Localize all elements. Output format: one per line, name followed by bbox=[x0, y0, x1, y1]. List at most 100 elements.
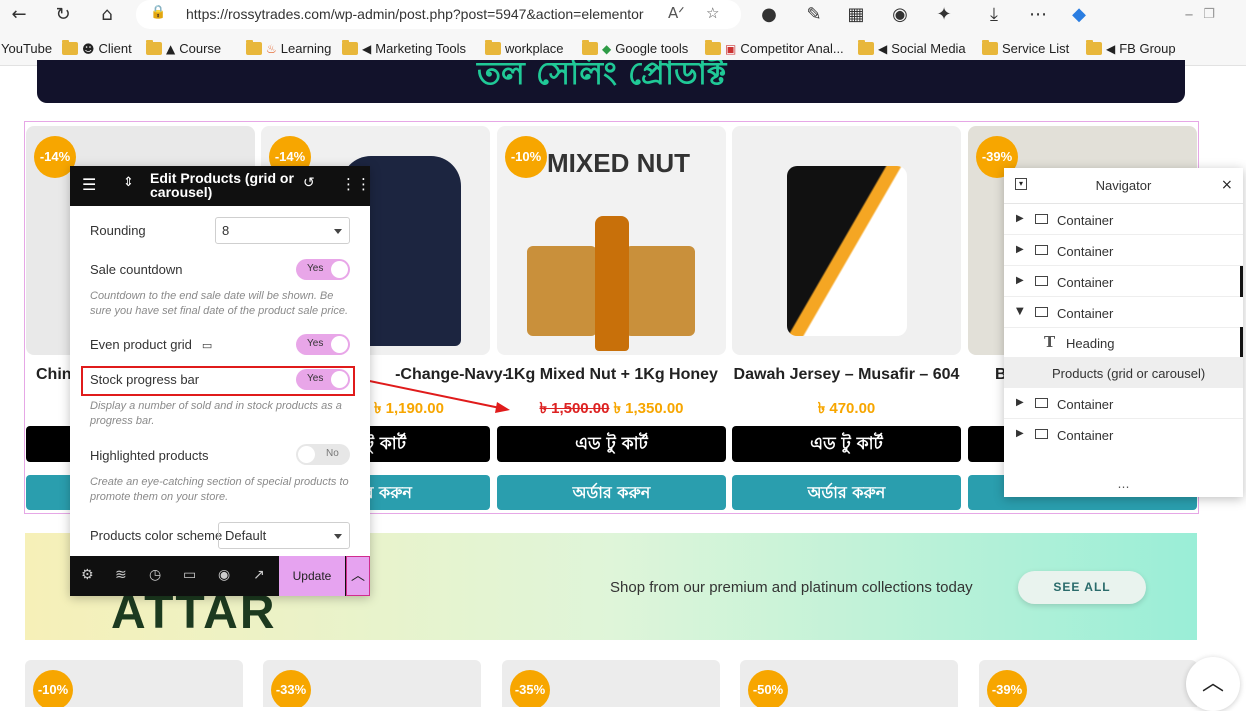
bookmark-workplace[interactable]: workplace bbox=[485, 40, 564, 57]
restore-icon[interactable]: ❐ bbox=[1196, 3, 1222, 27]
preview-eye-icon[interactable]: ◉ bbox=[218, 567, 230, 583]
navigator-item-container[interactable]: ▶ Container bbox=[1004, 204, 1243, 235]
hamburger-menu-icon[interactable]: ☰ bbox=[82, 175, 96, 194]
chevron-up-icon[interactable]: ︿ bbox=[346, 556, 370, 596]
navigator-item-container[interactable]: ▶ Container bbox=[1004, 266, 1243, 297]
favorite-star-icon[interactable]: ☆ bbox=[706, 4, 719, 22]
drag-handle-icon[interactable]: ⇕ bbox=[123, 175, 134, 190]
resize-handle-icon[interactable]: ⋯ bbox=[1004, 480, 1243, 494]
desktop-icon[interactable]: ▭ bbox=[202, 339, 212, 352]
bookmark-label: Competitor Anal... bbox=[740, 41, 844, 56]
caret-right-icon[interactable]: ▶ bbox=[1016, 397, 1024, 408]
navigator-item-container[interactable]: ▶ Container bbox=[1004, 419, 1243, 450]
caret-right-icon[interactable]: ▶ bbox=[1016, 213, 1024, 224]
stock-progress-label: Stock progress bar bbox=[90, 372, 200, 387]
product-card[interactable]: -10% bbox=[25, 660, 243, 707]
bookmark-google-tools[interactable]: ◆ Google tools bbox=[582, 40, 688, 57]
close-icon[interactable]: × bbox=[1221, 177, 1233, 193]
highlighted-products-toggle[interactable]: No bbox=[296, 444, 350, 465]
downloads-icon[interactable]: ⤓ bbox=[981, 3, 1007, 27]
scroll-to-top-button[interactable]: ︿ bbox=[1186, 657, 1240, 711]
caret-right-icon[interactable]: ▶ bbox=[1016, 244, 1024, 255]
product-price: ৳ 470.00 bbox=[817, 400, 876, 417]
bookmark-social-media[interactable]: ◀ Social Media bbox=[858, 40, 966, 57]
navigator-item-container[interactable]: ▼ Container bbox=[1004, 297, 1243, 328]
navigator-item-heading[interactable]: T Heading bbox=[1004, 327, 1243, 358]
caret-right-icon[interactable]: ▶ bbox=[1016, 275, 1024, 286]
navigator-title: Navigator bbox=[1095, 178, 1152, 193]
folder-icon bbox=[582, 40, 598, 55]
update-button[interactable]: Update bbox=[279, 556, 345, 596]
bookmark-service-list[interactable]: Service List bbox=[982, 40, 1069, 57]
eyedropper-extension-icon[interactable]: ✎ bbox=[801, 3, 827, 27]
bookmark-client[interactable]: ☻ Client bbox=[62, 40, 132, 57]
see-all-button[interactable]: SEE ALL bbox=[1018, 571, 1146, 604]
color-scheme-select[interactable]: Default bbox=[218, 522, 350, 549]
bookmark-youtube[interactable]: YouTube bbox=[1, 40, 52, 57]
home-icon[interactable]: ⌂ bbox=[94, 3, 120, 27]
navigator-item-container[interactable]: ▶ Container bbox=[1004, 235, 1243, 266]
bookmark-label: workplace bbox=[505, 41, 564, 56]
navigator-item-label: Container bbox=[1057, 428, 1114, 443]
history-icon[interactable]: ◷ bbox=[149, 567, 161, 583]
product-name[interactable]: Dawah Jersey – Musafir – 604 bbox=[732, 366, 961, 384]
settings-gear-icon[interactable]: ⚙ bbox=[81, 567, 94, 583]
product-card[interactable]: -50% bbox=[740, 660, 958, 707]
bookmark-label: Client bbox=[98, 41, 132, 56]
read-aloud-icon[interactable]: Aᐟ bbox=[668, 4, 685, 22]
order-button[interactable]: অর্ডার করুন bbox=[732, 475, 961, 510]
folder-icon bbox=[1086, 40, 1102, 55]
rounding-select[interactable]: 8 bbox=[215, 217, 350, 244]
product-card[interactable]: -33% bbox=[263, 660, 481, 707]
stock-progress-toggle[interactable]: Yes bbox=[296, 369, 350, 390]
promo-text: Shop from our premium and platinum colle… bbox=[610, 579, 973, 596]
even-grid-toggle[interactable]: Yes bbox=[296, 334, 350, 355]
layers-icon[interactable]: ≋ bbox=[115, 567, 127, 583]
bookmark-label: FB Group bbox=[1119, 41, 1176, 56]
product-card[interactable]: -39% bbox=[979, 660, 1197, 707]
more-menu-icon[interactable]: ⋯ bbox=[1025, 3, 1051, 27]
discount-badge: -50% bbox=[748, 670, 788, 707]
back-icon[interactable]: ← bbox=[6, 3, 32, 27]
navigator-item-label: Container bbox=[1057, 397, 1114, 412]
url-text[interactable]: https://rossytrades.com/wp-admin/post.ph… bbox=[186, 6, 644, 22]
site-info-icon[interactable]: 🔒 bbox=[150, 5, 166, 20]
bookmark-competitor-analysis[interactable]: ▣ Competitor Anal... bbox=[705, 40, 844, 57]
mouse-extension-icon[interactable]: ◉ bbox=[887, 3, 913, 27]
navigator-item-container[interactable]: ▶ Container bbox=[1004, 388, 1243, 419]
caret-right-icon[interactable]: ▶ bbox=[1016, 428, 1024, 439]
responsive-mode-icon[interactable]: ▭ bbox=[183, 567, 196, 583]
product-name[interactable]: 1Kg Mixed Nut + 1Kg Honey bbox=[497, 366, 726, 384]
sale-countdown-toggle[interactable]: Yes bbox=[296, 259, 350, 280]
add-to-cart-button[interactable]: এড টু কার্ট bbox=[732, 426, 961, 462]
add-to-cart-button[interactable]: এড টু কার্ট bbox=[497, 426, 726, 462]
bookmark-learning[interactable]: ♨ Learning bbox=[246, 40, 331, 57]
undo-icon[interactable]: ↺ bbox=[303, 175, 315, 191]
navigator-item-products[interactable]: Products (grid or carousel) bbox=[1004, 357, 1243, 388]
bookmark-fb-group[interactable]: ◀ FB Group bbox=[1086, 40, 1176, 57]
heading-icon: T bbox=[1044, 333, 1056, 351]
copilot-icon[interactable]: ◆ bbox=[1066, 3, 1092, 27]
shield-icon: ◆ bbox=[602, 41, 612, 56]
caret-down-icon[interactable]: ▼ bbox=[1016, 306, 1024, 317]
folder-icon bbox=[705, 40, 721, 55]
external-link-icon[interactable]: ↗ bbox=[253, 567, 265, 583]
highlighted-products-help: Create an eye-catching section of specia… bbox=[90, 476, 349, 503]
folder-icon bbox=[858, 40, 874, 55]
widgets-grid-icon[interactable]: ⋮⋮ bbox=[341, 175, 371, 193]
product-image[interactable] bbox=[732, 126, 961, 355]
qr-extension-icon[interactable]: ▦ bbox=[843, 3, 869, 27]
address-bar[interactable]: 🔒 https://rossytrades.com/wp-admin/post.… bbox=[136, 0, 741, 29]
extensions-puzzle-icon[interactable]: ✦ bbox=[931, 3, 957, 27]
bookmark-label: Social Media bbox=[891, 41, 966, 56]
panel-title: Edit Products (grid or carousel) bbox=[150, 170, 294, 200]
cookie-extension-icon[interactable]: ● bbox=[756, 3, 782, 27]
order-button[interactable]: অর্ডার করুন bbox=[497, 475, 726, 510]
toggle-label: No bbox=[326, 448, 339, 459]
bookmark-marketing-tools[interactable]: ◀ Marketing Tools bbox=[342, 40, 466, 57]
bookmark-course[interactable]: ▲ Course bbox=[146, 40, 221, 57]
refresh-icon[interactable]: ↻ bbox=[50, 3, 76, 27]
product-price: ৳ 1,500.00 ৳ 1,350.00 bbox=[497, 397, 726, 422]
bookmark-label: Marketing Tools bbox=[375, 41, 467, 56]
product-card[interactable]: -35% bbox=[502, 660, 720, 707]
